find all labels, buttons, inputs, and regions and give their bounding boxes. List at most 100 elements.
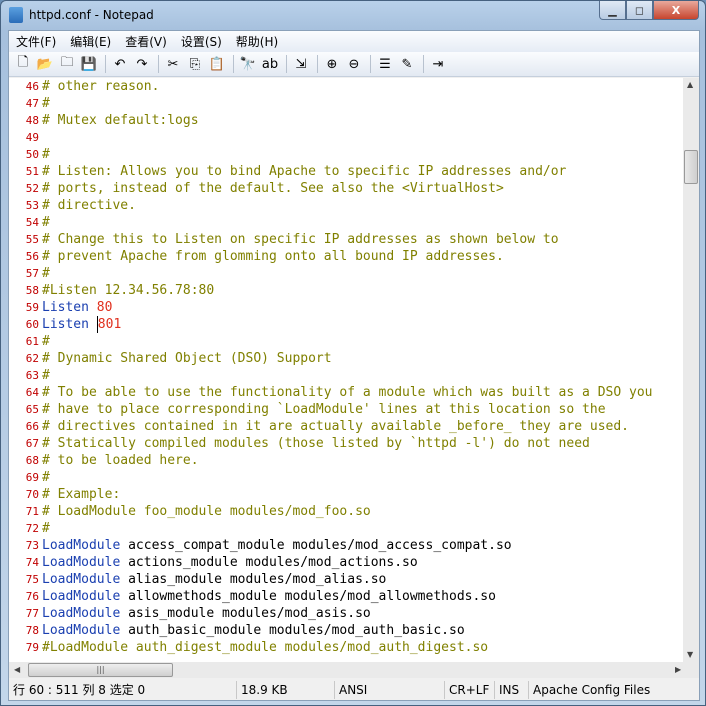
- toolbar-separator: [233, 55, 234, 73]
- line-number: 77: [25, 607, 39, 620]
- status-size: 18.9 KB: [237, 681, 335, 699]
- status-scheme: Apache Config Files: [533, 683, 651, 697]
- code-line: 54 #: [9, 214, 683, 231]
- replace-icon[interactable]: ab: [260, 54, 280, 74]
- code-line: 53 # directive.: [9, 197, 683, 214]
- find-icon[interactable]: 🔭: [238, 54, 258, 74]
- code-text: # Listen: Allows you to bind Apache to s…: [42, 164, 567, 179]
- code-line: 78 LoadModule auth_basic_module modules/m…: [9, 622, 683, 639]
- code-text: # other reason.: [42, 79, 160, 94]
- menu-view[interactable]: 查看(V): [118, 33, 174, 50]
- menu-help[interactable]: 帮助(H): [229, 33, 285, 50]
- line-number: 70: [25, 488, 39, 501]
- code-line: 47 #: [9, 95, 683, 112]
- line-number: 47: [25, 97, 39, 110]
- code-text: # LoadModule foo_module modules/mod_foo.…: [42, 504, 371, 519]
- code-text: #: [42, 368, 50, 383]
- scroll-down-icon[interactable]: ▼: [687, 650, 693, 659]
- code-line: 55 # Change this to Listen on specific IP…: [9, 231, 683, 248]
- scheme-icon[interactable]: ✎: [397, 54, 417, 74]
- code-text: #: [42, 215, 50, 230]
- code-line: 50 #: [9, 146, 683, 163]
- text-editor[interactable]: 46 # other reason. 47 #48 # Mutex default:lo…: [9, 78, 683, 662]
- status-position: 行 60 : 511 列 8 选定 0: [9, 681, 237, 699]
- code-text: LoadModule: [42, 538, 129, 553]
- code-line: 51 # Listen: Allows you to bind Apache to…: [9, 163, 683, 180]
- maximize-button[interactable]: ◻: [626, 1, 653, 20]
- cut-icon[interactable]: ✂: [163, 54, 183, 74]
- line-number: 69: [25, 471, 39, 484]
- code-line: 77 LoadModule asis_module modules/mod_asi…: [9, 605, 683, 622]
- code-line: 58 #Listen 12.34.56.78:80: [9, 282, 683, 299]
- scroll-up-icon[interactable]: ▲: [687, 80, 693, 89]
- toolbar-separator: [423, 55, 424, 73]
- code-text: LoadModule: [42, 589, 129, 604]
- code-text: # Example:: [42, 487, 121, 502]
- redo-icon[interactable]: ↷: [132, 54, 152, 74]
- vertical-scroll-thumb[interactable]: [684, 150, 698, 184]
- code-text: 801: [96, 316, 122, 333]
- line-number: 68: [25, 454, 39, 467]
- line-number: 61: [25, 335, 39, 348]
- app-icon: [9, 7, 23, 23]
- menu-settings[interactable]: 设置(S): [174, 33, 229, 50]
- horizontal-scroll-thumb[interactable]: |||: [28, 663, 173, 677]
- paste-icon[interactable]: 📋: [207, 54, 227, 74]
- code-line: 72 #: [9, 520, 683, 537]
- line-number: 73: [25, 539, 39, 552]
- exit-icon[interactable]: ⇥: [428, 54, 448, 74]
- new-icon[interactable]: 🗋: [13, 54, 33, 74]
- wordwrap-icon[interactable]: ☰: [375, 54, 395, 74]
- save-icon[interactable]: 💾: [79, 54, 99, 74]
- code-text: # have to place corresponding `LoadModul…: [42, 402, 606, 417]
- line-number: 59: [25, 301, 39, 314]
- code-line: 63 #: [9, 367, 683, 384]
- code-line: 65 # have to place corresponding `LoadMod…: [9, 401, 683, 418]
- scroll-right-icon[interactable]: ▶: [675, 665, 681, 674]
- window-title: httpd.conf - Notepad: [29, 8, 154, 22]
- line-number: 51: [25, 165, 39, 178]
- code-text: # to be loaded here.: [42, 453, 199, 468]
- code-line: 68 # to be loaded here.: [9, 452, 683, 469]
- open-icon[interactable]: 📂: [35, 54, 55, 74]
- code-text: #: [42, 96, 50, 111]
- toolbar-separator: [286, 55, 287, 73]
- goto-icon[interactable]: ⇲: [291, 54, 311, 74]
- code-text: # directives contained in it are actuall…: [42, 419, 629, 434]
- zoom-in-icon[interactable]: ⊕: [322, 54, 342, 74]
- toolbar-separator: [317, 55, 318, 73]
- code-line: 71 # LoadModule foo_module modules/mod_fo…: [9, 503, 683, 520]
- zoom-out-icon[interactable]: ⊖: [344, 54, 364, 74]
- toolbar-separator: [370, 55, 371, 73]
- line-number: 62: [25, 352, 39, 365]
- close-button[interactable]: X: [653, 1, 699, 20]
- code-line: 79 #LoadModule auth_digest_module modules…: [9, 639, 683, 656]
- menu-edit[interactable]: 编辑(E): [63, 33, 118, 50]
- code-text: #: [42, 147, 50, 162]
- copy-icon[interactable]: ⎘: [185, 54, 205, 74]
- status-mode: INS: [495, 681, 529, 699]
- line-number: 55: [25, 233, 39, 246]
- code-text: Listen: [42, 317, 97, 332]
- code-text: allowmethods_module modules/mod_allowmet…: [128, 589, 496, 604]
- line-number: 56: [25, 250, 39, 263]
- horizontal-scrollbar[interactable]: ◀ ||| ▶: [9, 662, 699, 678]
- undo-icon[interactable]: ↶: [110, 54, 130, 74]
- code-line: 64 # To be able to use the functionality …: [9, 384, 683, 401]
- code-line: 56 # prevent Apache from glomming onto al…: [9, 248, 683, 265]
- minimize-button[interactable]: ▁: [599, 1, 626, 20]
- code-text: # Change this to Listen on specific IP a…: [42, 232, 559, 247]
- code-text: #LoadModule auth_digest_module modules/m…: [42, 640, 489, 655]
- line-number: 75: [25, 573, 39, 586]
- notepad-window: httpd.conf - Notepad ▁ ◻ X 文件(F) 编辑(E) 查…: [0, 0, 706, 706]
- line-number: 67: [25, 437, 39, 450]
- vertical-scrollbar[interactable]: ▲ ▼: [683, 78, 699, 662]
- menu-file[interactable]: 文件(F): [9, 33, 63, 50]
- code-text: alias_module modules/mod_alias.so: [128, 572, 387, 587]
- code-text: #: [42, 334, 50, 349]
- scroll-left-icon[interactable]: ◀: [14, 665, 20, 674]
- toolbar-separator: [158, 55, 159, 73]
- status-bar: 行 60 : 511 列 8 选定 0 18.9 KB ANSI CR+LF I…: [9, 680, 699, 700]
- line-number: 63: [25, 369, 39, 382]
- find-file-icon[interactable]: 🗀: [57, 54, 77, 74]
